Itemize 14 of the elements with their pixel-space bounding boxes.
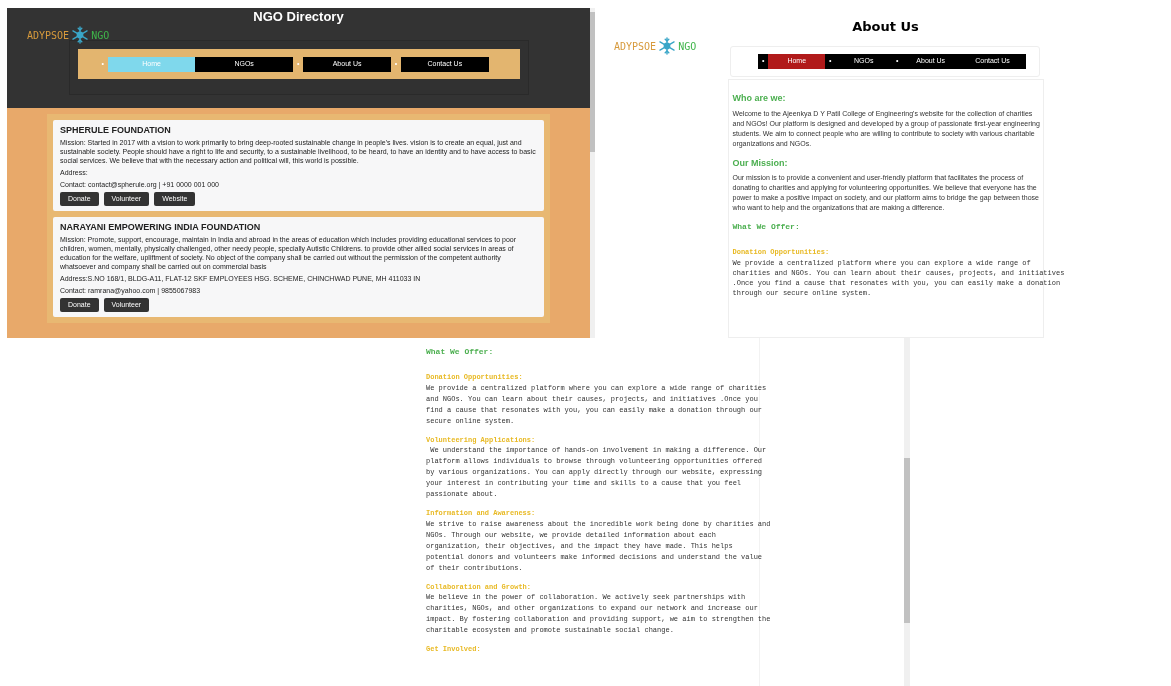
- page-title: NGO Directory: [253, 8, 344, 26]
- scrollbar-thumb[interactable]: [590, 12, 595, 152]
- scrollbar[interactable]: [904, 338, 910, 686]
- ngo-name: SPHERULE FOUNDATION: [60, 124, 172, 136]
- section-heading: Who are we:: [732, 92, 787, 105]
- ngo-name: NARAYANI EMPOWERING INDIA FOUNDATION: [60, 221, 262, 233]
- logo: ADYPSOE NGO: [614, 37, 697, 55]
- snowflake-icon: [658, 37, 677, 55]
- scrollbar-thumb[interactable]: [904, 458, 910, 623]
- section-heading: What We Offer:: [732, 221, 801, 233]
- page-title: About Us: [852, 18, 919, 36]
- section-heading: What We Offer:: [426, 346, 495, 358]
- scrollbar[interactable]: [590, 8, 595, 338]
- section-heading: Our Mission:: [732, 156, 789, 170]
